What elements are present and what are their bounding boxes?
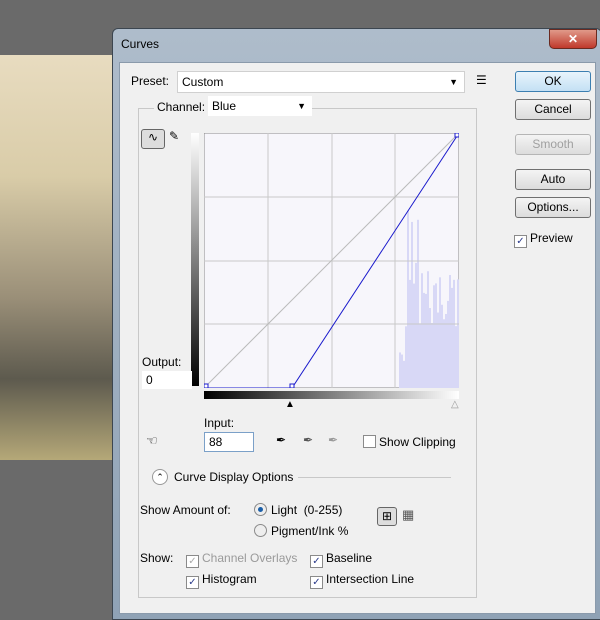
histogram-bar xyxy=(421,273,423,388)
baseline-checkbox[interactable]: ✓ Baseline xyxy=(310,551,372,568)
options-button[interactable]: Options... xyxy=(515,197,591,218)
ok-button[interactable]: OK xyxy=(515,71,591,92)
dialog-body: Preset: Custom ▼ ☰ OK Cancel Smooth Auto … xyxy=(119,62,596,614)
light-label: Light (0-255) xyxy=(271,503,342,517)
curve-point[interactable] xyxy=(455,133,459,137)
histogram-bar xyxy=(439,277,441,388)
curve-point[interactable] xyxy=(290,384,294,388)
histogram-bar xyxy=(425,294,427,388)
show-label: Show: xyxy=(140,551,173,565)
histogram-bar xyxy=(445,314,447,388)
histogram-bar xyxy=(443,319,445,388)
histogram-checkbox[interactable]: ✓ Histogram xyxy=(186,572,257,589)
background-photo xyxy=(0,55,112,460)
auto-button[interactable]: Auto xyxy=(515,169,591,190)
channel-dropdown[interactable]: Blue ▼ xyxy=(208,96,312,116)
histogram-bar xyxy=(409,280,411,388)
baseline-label: Baseline xyxy=(326,551,372,565)
histogram-bar xyxy=(435,283,437,388)
histogram-bar xyxy=(401,355,403,388)
show-clipping-label: Show Clipping xyxy=(379,435,456,449)
targeted-adjustment-icon[interactable]: ☜ xyxy=(146,433,158,449)
light-radio[interactable]: Light (0-255) xyxy=(254,503,342,517)
histogram-bar xyxy=(403,361,405,388)
histogram-bar xyxy=(431,323,433,388)
collapse-icon[interactable]: ⌃ xyxy=(152,469,168,485)
channel-overlays-label: Channel Overlays xyxy=(202,551,297,565)
histogram-bar xyxy=(441,305,443,388)
output-label: Output: xyxy=(142,355,181,369)
cancel-button[interactable]: Cancel xyxy=(515,99,591,120)
pencil-icon[interactable]: ✎ xyxy=(169,129,179,143)
show-amount-label: Show Amount of: xyxy=(140,503,231,517)
histogram-bar xyxy=(405,326,407,388)
gray-eyedropper-icon[interactable]: ✒ xyxy=(303,433,313,447)
channel-overlays-checkbox[interactable]: ✓ Channel Overlays xyxy=(186,551,297,568)
curve-graph[interactable] xyxy=(204,133,459,388)
simple-grid-icon[interactable]: ⊞ xyxy=(377,507,397,526)
histogram-bar xyxy=(453,280,455,388)
curve-point[interactable] xyxy=(204,384,208,388)
histogram-bar xyxy=(399,352,401,388)
chevron-down-icon: ▼ xyxy=(449,72,458,92)
preset-value: Custom xyxy=(182,75,223,89)
input-label: Input: xyxy=(204,416,234,430)
preview-checkbox[interactable]: ✓ Preview xyxy=(514,231,573,248)
histogram-bar xyxy=(455,326,457,388)
chevron-down-icon: ▼ xyxy=(297,96,306,116)
smooth-button[interactable]: Smooth xyxy=(515,134,591,155)
output-gradient xyxy=(191,133,199,386)
intersection-line-label: Intersection Line xyxy=(326,572,414,586)
input-field[interactable]: 88 xyxy=(204,432,254,452)
histogram-bar xyxy=(413,284,415,388)
black-eyedropper-icon[interactable]: ✒ xyxy=(276,433,286,447)
intersection-line-checkbox[interactable]: ✓ Intersection Line xyxy=(310,572,414,589)
curve-tool-icon[interactable]: ∿ xyxy=(141,129,165,149)
preset-label: Preset: xyxy=(131,74,169,88)
histogram-bar xyxy=(407,211,409,388)
histogram-bar xyxy=(433,285,435,388)
histogram-bar xyxy=(451,288,453,388)
histogram-bar xyxy=(415,263,417,388)
histogram-bar xyxy=(427,271,429,388)
divider xyxy=(298,477,451,478)
channel-label: Channel: xyxy=(154,100,208,114)
input-gradient xyxy=(204,391,459,399)
histogram-bar xyxy=(411,222,413,388)
pigment-radio[interactable]: Pigment/Ink % xyxy=(254,524,348,538)
black-point-slider[interactable]: ▲ xyxy=(285,399,295,410)
output-field[interactable]: 0 xyxy=(142,371,192,389)
histogram-bar xyxy=(423,293,425,388)
curve-display-options-label: Curve Display Options xyxy=(174,470,293,484)
show-clipping-checkbox[interactable]: Show Clipping xyxy=(363,435,456,449)
histogram-bar xyxy=(447,301,449,388)
white-point-slider[interactable]: △ xyxy=(451,399,459,410)
histogram-bar xyxy=(417,220,419,388)
histogram-bar xyxy=(419,323,421,388)
histogram-bar xyxy=(457,279,459,388)
dialog-title: Curves xyxy=(121,37,159,51)
channel-value: Blue xyxy=(212,99,236,113)
detailed-grid-icon[interactable]: ▦ xyxy=(402,507,414,523)
preset-menu-icon[interactable]: ☰ xyxy=(476,73,487,87)
curves-dialog: Curves ✕ Preset: Custom ▼ ☰ OK Cancel Smo… xyxy=(112,28,600,620)
preview-label: Preview xyxy=(530,231,573,245)
preset-dropdown[interactable]: Custom ▼ xyxy=(177,71,465,93)
histogram-label: Histogram xyxy=(202,572,257,586)
close-button[interactable]: ✕ xyxy=(549,29,597,49)
pigment-label: Pigment/Ink % xyxy=(271,524,348,538)
histogram-bar xyxy=(449,275,451,388)
white-eyedropper-icon[interactable]: ✒ xyxy=(328,433,338,447)
histogram-bar xyxy=(429,308,431,388)
